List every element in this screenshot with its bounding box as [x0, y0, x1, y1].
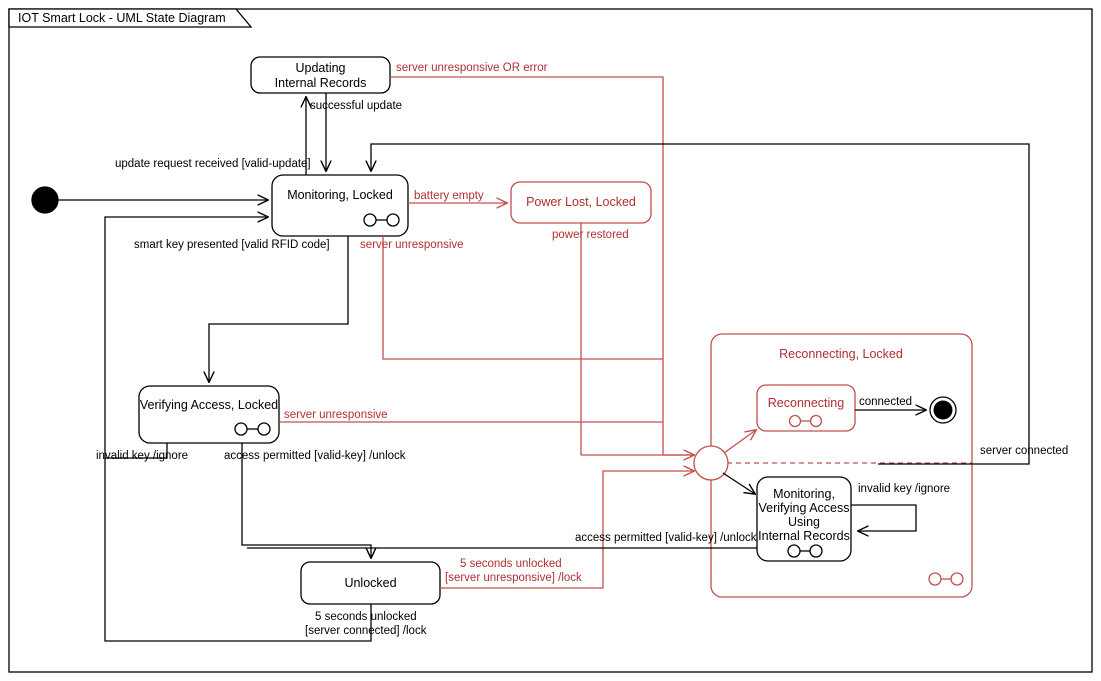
junction-pseudostate	[693, 445, 729, 481]
label-server-unresponsive-or-error: server unresponsive OR error	[396, 62, 548, 74]
substate-mv-label-line2: Verifying Access	[758, 501, 849, 515]
label-connected: connected	[859, 396, 912, 408]
state-verifying-access-locked[interactable]: Verifying Access, Locked	[138, 385, 280, 444]
substate-monitoring-verifying-internal[interactable]: Monitoring, Verifying Access Using Inter…	[756, 476, 852, 562]
label-five-seconds-unresponsive-line2: [server unresponsive] /lock	[445, 572, 582, 584]
state-verifying-access-locked-label: Verifying Access, Locked	[140, 398, 278, 412]
substate-mv-label-line3: Using	[788, 515, 820, 529]
label-update-request-received: update request received [valid-update]	[115, 158, 311, 170]
state-power-lost-locked[interactable]: Power Lost, Locked	[510, 181, 652, 224]
state-diagram-svg: IOT Smart Lock - UML State Diagram Updat…	[8, 8, 1093, 673]
state-unlocked-label: Unlocked	[344, 576, 396, 590]
label-access-permitted-unlock-left: access permitted [valid-key] /unlock	[224, 450, 406, 462]
label-smart-key-presented: smart key presented [valid RFID code]	[134, 239, 330, 251]
state-updating-label-line2: Internal Records	[275, 76, 367, 90]
label-successful-update: successful update	[310, 100, 402, 112]
state-monitoring-locked[interactable]: Monitoring, Locked	[271, 174, 409, 237]
label-access-permitted-unlock-right: access permitted [valid-key] /unlock	[575, 532, 757, 544]
initial-state-node	[31, 186, 59, 214]
state-power-lost-locked-label: Power Lost, Locked	[526, 195, 636, 209]
state-reconnecting-locked-composite-label: Reconnecting, Locked	[779, 347, 903, 361]
label-server-unresponsive-verifying: server unresponsive	[284, 409, 388, 421]
state-updating-internal-records[interactable]: Updating Internal Records	[250, 56, 391, 94]
label-invalid-key-ignore-right: invalid key /ignore	[858, 483, 950, 495]
state-monitoring-locked-label: Monitoring, Locked	[287, 188, 393, 202]
state-unlocked[interactable]: Unlocked	[300, 561, 441, 605]
frame-title: IOT Smart Lock - UML State Diagram	[18, 11, 226, 25]
label-server-connected: server connected	[980, 445, 1068, 457]
label-server-unresponsive-monitoring: server unresponsive	[360, 239, 464, 251]
label-five-seconds-unresponsive-line1: 5 seconds unlocked	[460, 558, 562, 570]
substate-mv-label-line4: Internal Records	[758, 529, 850, 543]
label-battery-empty: battery empty	[414, 190, 484, 202]
substate-reconnecting[interactable]: Reconnecting	[756, 384, 856, 432]
final-state-node	[929, 396, 957, 424]
substate-mv-label-line1: Monitoring,	[773, 487, 835, 501]
label-five-seconds-connected-line1: 5 seconds unlocked	[315, 611, 417, 623]
label-invalid-key-ignore-left: invalid key /ignore	[96, 450, 188, 462]
substate-reconnecting-label: Reconnecting	[768, 396, 844, 410]
diagram-canvas: IOT Smart Lock - UML State Diagram Updat…	[0, 0, 1101, 681]
label-five-seconds-connected-line2: [server connected] /lock	[305, 625, 427, 637]
label-power-restored: power restored	[552, 229, 629, 241]
state-updating-label-line1: Updating	[295, 61, 345, 75]
